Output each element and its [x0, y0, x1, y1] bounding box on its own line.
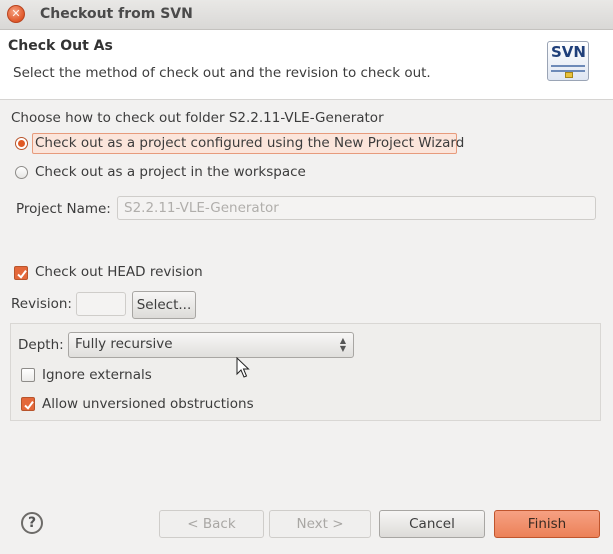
close-icon[interactable]: ✕: [7, 5, 25, 23]
radio-new-project-wizard[interactable]: [15, 137, 28, 150]
depth-value: Fully recursive: [75, 336, 173, 352]
window-title: Checkout from SVN: [40, 6, 193, 22]
radio-new-project-wizard-label[interactable]: Check out as a project configured using …: [35, 135, 464, 151]
ignore-externals-checkbox[interactable]: [21, 368, 35, 382]
combo-arrows-icon: ▲ ▼: [339, 336, 346, 353]
page-title: Check Out As: [8, 38, 113, 54]
svn-logo-icon: SVN: [547, 41, 589, 81]
back-button[interactable]: < Back: [159, 510, 264, 538]
ignore-externals-label[interactable]: Ignore externals: [42, 367, 152, 383]
svn-logo-text: SVN: [551, 43, 586, 61]
select-revision-button[interactable]: Select...: [132, 291, 196, 319]
project-name-field[interactable]: S2.2.11-VLE-Generator: [117, 196, 596, 220]
title-bar: ✕ Checkout from SVN: [0, 0, 613, 30]
allow-unversioned-checkbox[interactable]: [21, 397, 35, 411]
page-description: Select the method of check out and the r…: [13, 65, 431, 81]
allow-unversioned-label[interactable]: Allow unversioned obstructions: [42, 396, 254, 412]
depth-label: Depth:: [18, 337, 64, 353]
checkout-method-label: Choose how to check out folder S2.2.11-V…: [11, 110, 384, 126]
project-name-label: Project Name:: [16, 201, 111, 217]
next-button[interactable]: Next >: [269, 510, 371, 538]
radio-workspace-project[interactable]: [15, 166, 28, 179]
mouse-cursor-icon: [236, 357, 250, 378]
cancel-button[interactable]: Cancel: [379, 510, 485, 538]
wizard-header: Check Out As Select the method of check …: [0, 30, 613, 100]
radio-workspace-project-label[interactable]: Check out as a project in the workspace: [35, 164, 306, 180]
finish-button[interactable]: Finish: [494, 510, 600, 538]
help-icon[interactable]: ?: [21, 512, 43, 534]
depth-dropdown[interactable]: Fully recursive ▲ ▼: [68, 332, 354, 358]
revision-label: Revision:: [11, 296, 72, 312]
revision-field[interactable]: [76, 292, 126, 316]
head-revision-checkbox[interactable]: [14, 266, 28, 280]
head-revision-label[interactable]: Check out HEAD revision: [35, 264, 203, 280]
